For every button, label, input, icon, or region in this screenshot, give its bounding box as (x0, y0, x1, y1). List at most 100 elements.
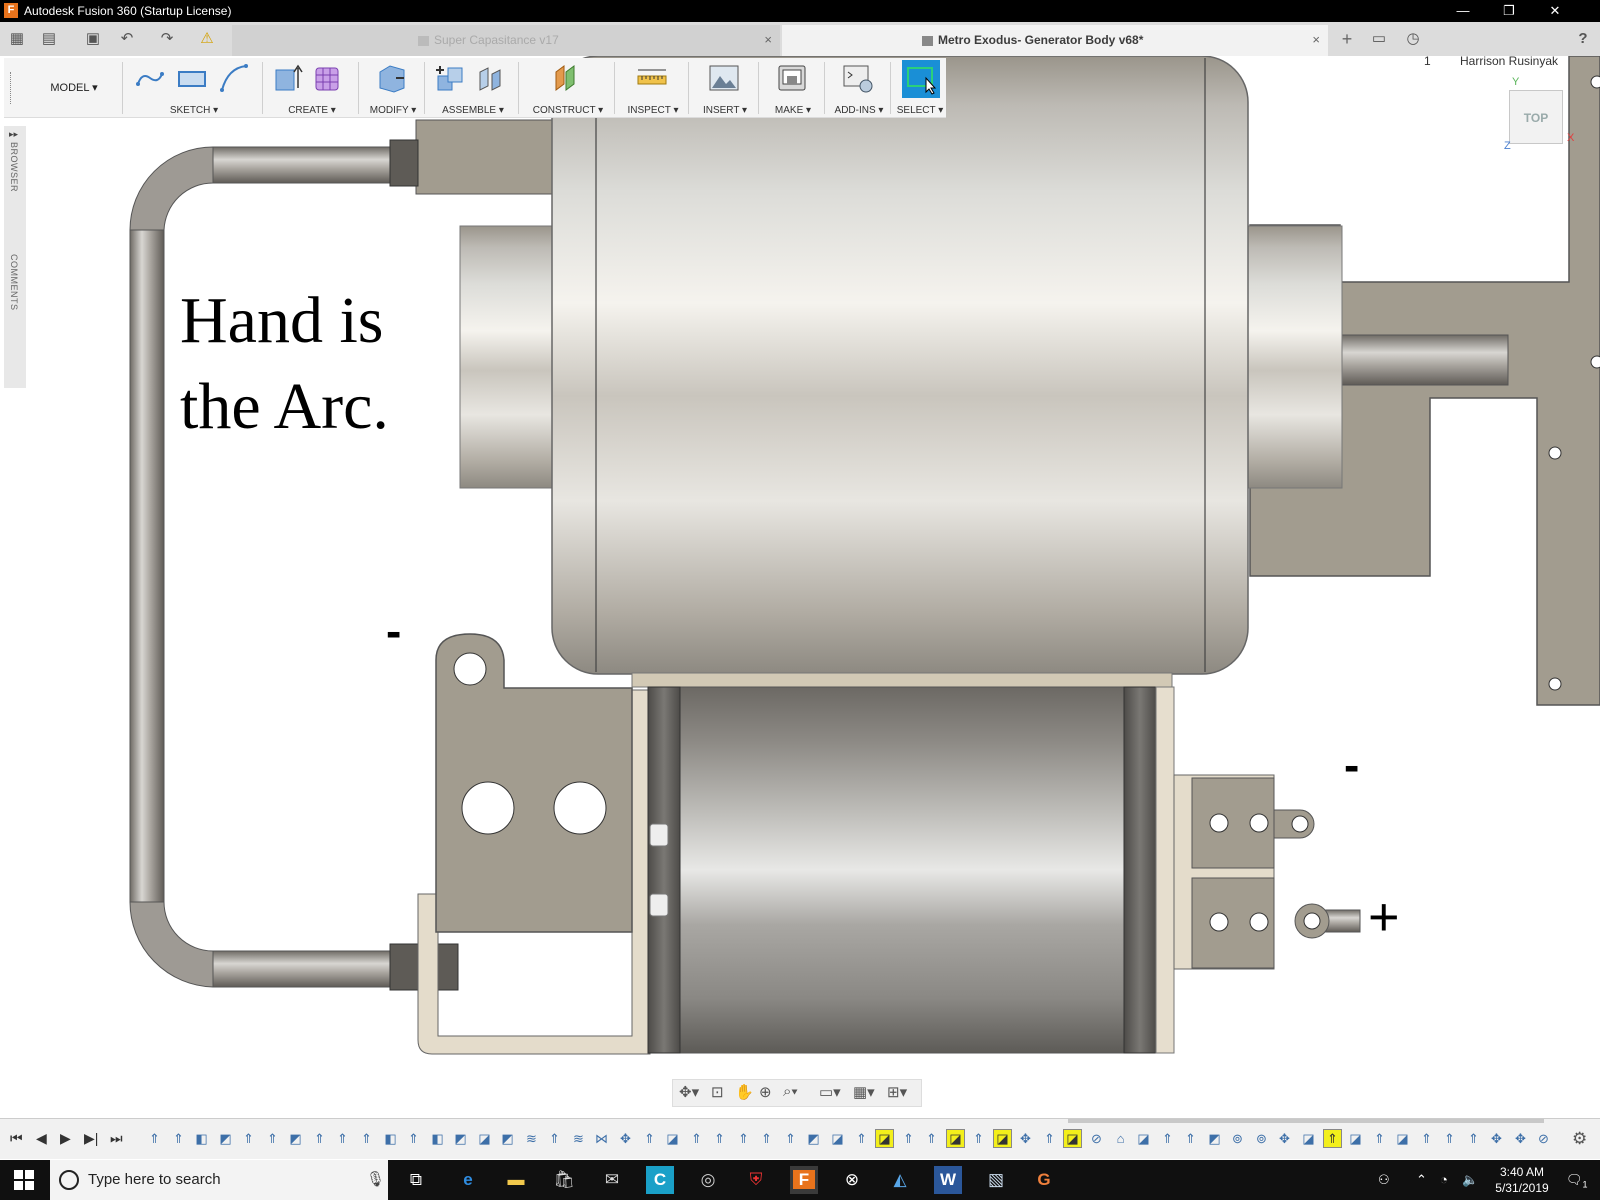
sketch-group[interactable]: SKETCH ▾ (126, 58, 262, 118)
timeline-feature-icon[interactable]: ⇑ (334, 1130, 351, 1147)
timeline-feature-icon[interactable]: ⇑ (1041, 1130, 1058, 1147)
go-to-start-icon[interactable]: ⏮ (10, 1130, 23, 1147)
help-icon[interactable]: ? (1572, 28, 1594, 50)
timeline-feature-icon[interactable]: ◩ (805, 1130, 822, 1147)
timeline-feature-icon[interactable]: ⇑ (1182, 1130, 1199, 1147)
microphone-icon[interactable]: 🎙 (366, 1170, 385, 1188)
add-ins-group[interactable]: ADD-INS ▾ (828, 58, 890, 118)
fusion-taskbar-icon[interactable]: F (790, 1166, 818, 1194)
minimize-button[interactable]: — (1440, 0, 1486, 22)
close-window-button[interactable]: ✕ (1532, 0, 1578, 22)
construct-group[interactable]: CONSTRUCT ▾ (522, 58, 614, 118)
timeline-feature-icon[interactable]: ⇑ (641, 1130, 658, 1147)
timeline-feature-icon[interactable]: ≋ (570, 1130, 587, 1147)
restore-button[interactable]: ❐ (1486, 0, 1532, 22)
inspect-group[interactable]: INSPECT ▾ (618, 58, 688, 118)
network-icon[interactable]: ◔ (1440, 1160, 1448, 1200)
expand-panel-icon[interactable]: ▸▸ (9, 129, 18, 140)
app-grid-icon[interactable]: ▦ (6, 28, 28, 50)
timeline-feature-icon[interactable]: ⇑ (758, 1130, 775, 1147)
timeline-feature-icon[interactable]: ◪ (875, 1129, 894, 1148)
workspace-switcher[interactable]: MODEL ▾ (24, 58, 124, 118)
timeline-feature-icon[interactable]: ◪ (664, 1130, 681, 1147)
play-icon[interactable]: ▶ (60, 1130, 71, 1147)
timeline-feature-icon[interactable]: ⇑ (900, 1130, 917, 1147)
lower-motor-cylinder[interactable] (631, 672, 1175, 1054)
timeline-feature-icon[interactable]: ⇑ (546, 1130, 563, 1147)
timeline-feature-icon[interactable]: ◪ (1347, 1130, 1364, 1147)
press-pull-icon[interactable] (376, 62, 408, 94)
timeline-feature-icon[interactable]: ⇑ (970, 1130, 987, 1147)
new-component-icon[interactable] (434, 62, 466, 94)
timeline-feature-icon[interactable]: ✥ (617, 1130, 634, 1147)
photos-icon[interactable]: ▧ (982, 1166, 1010, 1194)
show-hidden-icons[interactable]: ⌃ (1416, 1160, 1427, 1200)
comments-icon[interactable]: ▭ (1368, 28, 1390, 50)
timeline-feature-icon[interactable]: ⇑ (1159, 1130, 1176, 1147)
go-to-end-icon[interactable]: ⏭ (110, 1130, 123, 1147)
tab-metro-exodus[interactable]: Metro Exodus- Generator Body v68* × (782, 25, 1328, 56)
drive-shaft[interactable] (1339, 334, 1509, 386)
xbox-icon[interactable]: ⊗ (838, 1166, 866, 1194)
timeline-feature-icon[interactable]: ◪ (993, 1129, 1012, 1148)
timeline-feature-icon[interactable]: ⌂ (1112, 1130, 1129, 1147)
timeline-feature-icon[interactable]: ⇑ (358, 1130, 375, 1147)
timeline-feature-icon[interactable]: ◩ (452, 1130, 469, 1147)
file-explorer-icon[interactable]: ▬ (502, 1166, 530, 1194)
close-tab-icon[interactable]: × (1312, 25, 1320, 55)
insert-group[interactable]: INSERT ▾ (692, 58, 758, 118)
grid-settings-icon[interactable]: ▦▾ (853, 1083, 875, 1101)
timeline-feature-icon[interactable]: ⇑ (1371, 1130, 1388, 1147)
timeline-feature-icon[interactable]: ✥ (1488, 1130, 1505, 1147)
orbit-icon[interactable]: ✥▾ (679, 1083, 699, 1101)
timeline-feature-icon[interactable]: ⋈ (593, 1130, 610, 1147)
modify-group[interactable]: MODIFY ▾ (362, 58, 424, 118)
new-tab-icon[interactable]: + (1336, 28, 1358, 50)
arc-sketch-icon[interactable] (218, 62, 250, 94)
coolant-pipe[interactable] (129, 139, 459, 991)
file-menu-icon[interactable]: ▤ (38, 28, 60, 50)
timeline-settings-icon[interactable]: ⚙ (1572, 1129, 1587, 1149)
volume-icon[interactable]: 🔈 (1462, 1160, 1478, 1200)
timeline-feature-icon[interactable]: ◩ (217, 1130, 234, 1147)
timeline-feature-icon[interactable]: ⇑ (264, 1130, 281, 1147)
timeline-feature-icon[interactable]: ≋ (523, 1130, 540, 1147)
select-group[interactable]: SELECT ▾ (892, 58, 948, 118)
viewports-icon[interactable]: ⊞▾ (887, 1083, 907, 1101)
people-icon[interactable]: ⚇ (1378, 1160, 1390, 1200)
ccleaner-icon[interactable]: C (646, 1166, 674, 1194)
taskbar-search-box[interactable]: Type here to search 🎙 (50, 1160, 388, 1200)
close-tab-icon[interactable]: × (764, 25, 772, 55)
timeline-feature-icon[interactable]: ◪ (1300, 1130, 1317, 1147)
form-icon[interactable] (312, 62, 344, 94)
timeline-feature-icon[interactable]: ◪ (946, 1129, 965, 1148)
viewcube-top-face[interactable]: TOP (1509, 90, 1563, 144)
timeline-feature-icon[interactable]: ⇑ (146, 1130, 163, 1147)
timeline-feature-icon[interactable]: ◩ (499, 1130, 516, 1147)
timeline-feature-icon[interactable]: ⊚ (1253, 1130, 1270, 1147)
timeline-feature-icon[interactable]: ⊘ (1535, 1130, 1552, 1147)
joint-icon[interactable] (474, 62, 506, 94)
timeline-feature-icon[interactable]: ⇑ (1323, 1129, 1342, 1148)
save-icon[interactable]: ▣ (82, 28, 104, 50)
timeline-feature-icon[interactable]: ⇑ (688, 1130, 705, 1147)
terminal-block[interactable] (1173, 774, 1315, 970)
timeline-feature-icon[interactable]: ⇑ (853, 1130, 870, 1147)
fit-icon[interactable]: ⌕▾ (783, 1083, 798, 1100)
word-icon[interactable]: W (934, 1166, 962, 1194)
lower-left-bracket[interactable] (417, 633, 651, 1055)
timeline-feature-icon[interactable]: ⇑ (405, 1130, 422, 1147)
taskbar-clock[interactable]: 3:40 AM 5/31/2019 (1482, 1164, 1562, 1196)
right-end-cap[interactable] (1239, 225, 1343, 489)
job-status-icon[interactable]: ◷ (1402, 28, 1424, 50)
timeline-feature-icon[interactable]: ◪ (476, 1130, 493, 1147)
timeline-feature-icon[interactable]: ⇑ (735, 1130, 752, 1147)
timeline-scrollbar[interactable] (1068, 1119, 1544, 1123)
browser-label[interactable]: BROWSER (9, 142, 19, 192)
assemble-group[interactable]: ASSEMBLE ▾ (428, 58, 518, 118)
comments-label[interactable]: COMMENTS (9, 254, 19, 311)
ring-terminal[interactable] (1294, 903, 1361, 939)
timeline-feature-icon[interactable]: ◩ (1206, 1130, 1223, 1147)
timeline-feature-icon[interactable]: ⇑ (311, 1130, 328, 1147)
undo-icon[interactable]: ↶ (116, 28, 138, 50)
